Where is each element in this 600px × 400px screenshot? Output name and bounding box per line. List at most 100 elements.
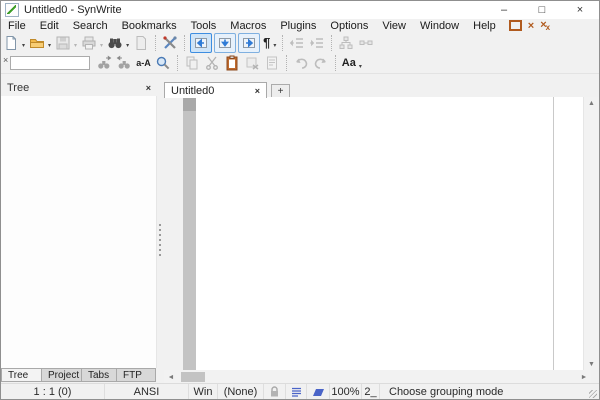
editor-tab-close-icon[interactable]: × xyxy=(255,86,260,96)
unindent-button[interactable] xyxy=(288,34,306,52)
open-file-dropdown[interactable]: ▾ xyxy=(48,42,51,49)
search-button[interactable] xyxy=(154,54,172,72)
delete-button[interactable] xyxy=(243,54,261,72)
word-wrap-cell[interactable] xyxy=(286,384,307,400)
scissors-icon xyxy=(204,55,220,71)
menu-window[interactable]: Window xyxy=(413,20,466,32)
editor-tab-untitled0[interactable]: Untitled0 × xyxy=(164,82,267,98)
print-button[interactable] xyxy=(80,34,98,52)
menu-edit[interactable]: Edit xyxy=(33,20,66,32)
menu-bookmarks[interactable]: Bookmarks xyxy=(115,20,184,32)
horizontal-scroll-thumb[interactable] xyxy=(181,372,205,382)
undo-button[interactable] xyxy=(292,54,310,72)
menu-plugins[interactable]: Plugins xyxy=(273,20,323,32)
indent-button[interactable] xyxy=(308,34,326,52)
close-file-button[interactable] xyxy=(132,34,150,52)
new-file-icon xyxy=(3,35,19,51)
tree-panel-close-button[interactable]: × xyxy=(146,83,151,93)
print-dropdown[interactable]: ▾ xyxy=(100,42,103,49)
menu-search[interactable]: Search xyxy=(66,20,115,32)
find-previous-icon xyxy=(116,55,132,71)
tree-tab-ftp[interactable]: FTP xyxy=(117,368,156,382)
vertical-scrollbar[interactable]: ▲ ▼ xyxy=(583,97,599,370)
toggle-bottom-panel-button[interactable] xyxy=(214,33,236,53)
find-button[interactable] xyxy=(106,34,124,52)
undo-icon xyxy=(293,55,309,71)
cut-button[interactable] xyxy=(203,54,221,72)
toolbar-separator xyxy=(184,35,185,51)
scroll-down-icon[interactable]: ▼ xyxy=(584,358,599,370)
close-button[interactable]: × xyxy=(561,1,599,19)
save-button[interactable] xyxy=(54,34,72,52)
menu-options[interactable]: Options xyxy=(323,20,375,32)
mdi-close-window-icon[interactable]: × xyxy=(528,21,534,31)
readonly-cell[interactable] xyxy=(264,384,286,400)
editor-body[interactable]: ▲ ▼ xyxy=(164,97,599,370)
grouping-two-button[interactable] xyxy=(357,34,375,52)
toolbar-separator xyxy=(335,55,336,71)
horizontal-scrollbar[interactable]: ◄ ► xyxy=(164,370,591,384)
line-endings-cell[interactable]: Win xyxy=(189,384,218,400)
toolbar-separator xyxy=(282,35,283,51)
grouping-mode-cell[interactable]: Choose grouping mode xyxy=(380,384,599,400)
new-tab-button[interactable]: + xyxy=(271,84,290,98)
menu-view[interactable]: View xyxy=(375,20,413,32)
paste-button[interactable] xyxy=(223,54,241,72)
scroll-up-icon[interactable]: ▲ xyxy=(584,97,599,109)
grouping-one-button[interactable] xyxy=(337,34,355,52)
panel-splitter[interactable] xyxy=(157,74,164,384)
find-next-button[interactable] xyxy=(95,54,113,72)
editor-zone: Untitled0 × + ▲ ▼ ◄ ► xyxy=(164,74,599,384)
find-prev-button[interactable] xyxy=(115,54,133,72)
tree-tab-tree[interactable]: Tree xyxy=(1,368,42,382)
search-input[interactable] xyxy=(10,56,90,70)
scroll-left-icon[interactable]: ◄ xyxy=(164,370,178,384)
highlight-icon xyxy=(312,388,325,397)
change-case-dropdown[interactable]: ▾ xyxy=(359,63,362,70)
edit-toolbar: × a-A xyxy=(1,53,599,73)
close-search-bar-button[interactable]: × xyxy=(3,53,8,65)
status-bar: 1 : 1 (0) ANSI Win (None) 100% 2_ Choose… xyxy=(1,383,599,400)
zoom-cell[interactable]: 100% xyxy=(330,384,362,400)
redo-button[interactable] xyxy=(312,54,330,72)
select-all-button[interactable] xyxy=(263,54,281,72)
tools-button[interactable] xyxy=(161,34,179,52)
show-invisibles-button[interactable]: ¶ xyxy=(262,34,271,52)
find-dropdown[interactable]: ▾ xyxy=(126,42,129,49)
save-dropdown[interactable]: ▾ xyxy=(74,42,77,49)
tree-panel-body[interactable] xyxy=(1,96,157,368)
lexer-cell[interactable]: (None) xyxy=(218,384,264,400)
case-sensitive-toggle[interactable]: a-A xyxy=(135,54,152,72)
maximize-button[interactable]: □ xyxy=(523,1,561,19)
tab-size-cell[interactable]: 2_ xyxy=(362,384,380,400)
tree-tab-project[interactable]: Project xyxy=(42,368,82,382)
show-invisibles-dropdown[interactable]: ▾ xyxy=(273,42,276,49)
minimize-button[interactable]: – xyxy=(485,1,523,19)
open-file-button[interactable] xyxy=(28,34,46,52)
caret-position-cell[interactable]: 1 : 1 (0) xyxy=(1,384,105,400)
new-file-button[interactable] xyxy=(2,34,20,52)
toggle-left-panel-button[interactable] xyxy=(190,33,212,53)
menu-macros[interactable]: Macros xyxy=(223,20,273,32)
toggle-right-panel-button[interactable] xyxy=(238,33,260,53)
mdi-close-all-windows-icon[interactable]: ×x xyxy=(540,20,551,31)
tree-tab-tabs[interactable]: Tabs xyxy=(82,368,117,382)
encoding-cell[interactable]: ANSI xyxy=(105,384,189,400)
page-icon xyxy=(133,35,149,51)
change-case-menu-button[interactable]: Aa xyxy=(341,54,357,72)
new-file-dropdown[interactable]: ▾ xyxy=(22,42,25,49)
tree-panel: Tree × Tree Project Tabs FTP xyxy=(1,74,157,384)
copy-button[interactable] xyxy=(183,54,201,72)
resize-grip-icon[interactable] xyxy=(589,390,597,398)
folding-bar-thumb[interactable] xyxy=(183,97,196,111)
highlight-cell[interactable] xyxy=(307,384,330,400)
org-chart-wide-icon xyxy=(358,35,374,51)
menu-help[interactable]: Help xyxy=(466,20,503,32)
mdi-restore-window-icon[interactable] xyxy=(509,20,522,31)
menu-tools[interactable]: Tools xyxy=(184,20,224,32)
scroll-right-icon[interactable]: ► xyxy=(577,370,591,384)
menu-file[interactable]: File xyxy=(1,20,33,32)
clipboard-paste-icon xyxy=(224,55,240,71)
redo-icon xyxy=(313,55,329,71)
printer-icon xyxy=(81,35,97,51)
